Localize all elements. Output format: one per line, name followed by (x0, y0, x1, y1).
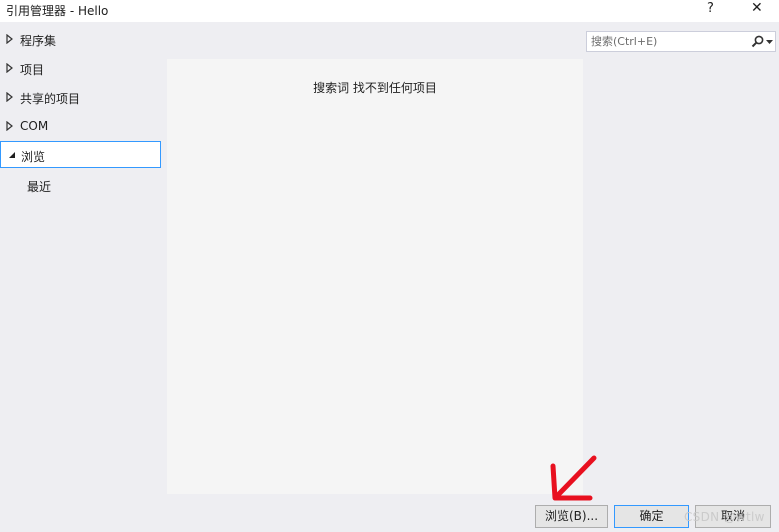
sidebar-item-label: 最近 (27, 180, 52, 194)
help-button[interactable]: ? (707, 1, 714, 16)
expand-triangle-icon (6, 121, 13, 131)
ok-button[interactable]: 确定 (614, 505, 689, 528)
watermark: CSDN @wtlw (684, 510, 765, 524)
browse-button[interactable]: 浏览(B)... (535, 505, 608, 528)
close-button[interactable]: ✕ (751, 0, 763, 16)
sidebar-item-recent[interactable]: 最近 (0, 172, 161, 199)
sidebar-item-label: COM (20, 119, 49, 133)
sidebar-item-label: 程序集 (20, 34, 57, 48)
empty-results-message: 搜索词 找不到任何项目 (313, 81, 437, 95)
search-icon[interactable] (751, 35, 764, 48)
sidebar-item-browse[interactable]: 浏览 (0, 141, 161, 168)
red-arrow-annotation (550, 455, 597, 501)
sidebar-item-assemblies[interactable]: 程序集 (0, 26, 161, 53)
chevron-down-icon[interactable] (766, 40, 773, 45)
sidebar-item-label: 项目 (20, 63, 45, 77)
sidebar-item-projects[interactable]: 项目 (0, 55, 161, 82)
window-title: 引用管理器 - Hello (6, 4, 109, 18)
search-input[interactable] (587, 32, 755, 51)
sidebar-item-label: 共享的项目 (20, 92, 81, 106)
title-bar: 引用管理器 - Hello ? ✕ (0, 0, 779, 22)
expand-triangle-icon (6, 63, 13, 73)
results-panel: 搜索词 找不到任何项目 (167, 59, 583, 494)
sidebar-item-com[interactable]: COM (0, 113, 161, 140)
expand-triangle-icon (6, 34, 13, 44)
expand-triangle-icon (6, 92, 13, 102)
sidebar: 程序集 项目 共享的项目 COM 浏览 最近 (0, 24, 164, 494)
sidebar-item-label: 浏览 (21, 150, 46, 164)
sidebar-item-shared-projects[interactable]: 共享的项目 (0, 84, 161, 111)
search-box[interactable] (586, 31, 776, 52)
collapse-triangle-icon (9, 152, 15, 158)
